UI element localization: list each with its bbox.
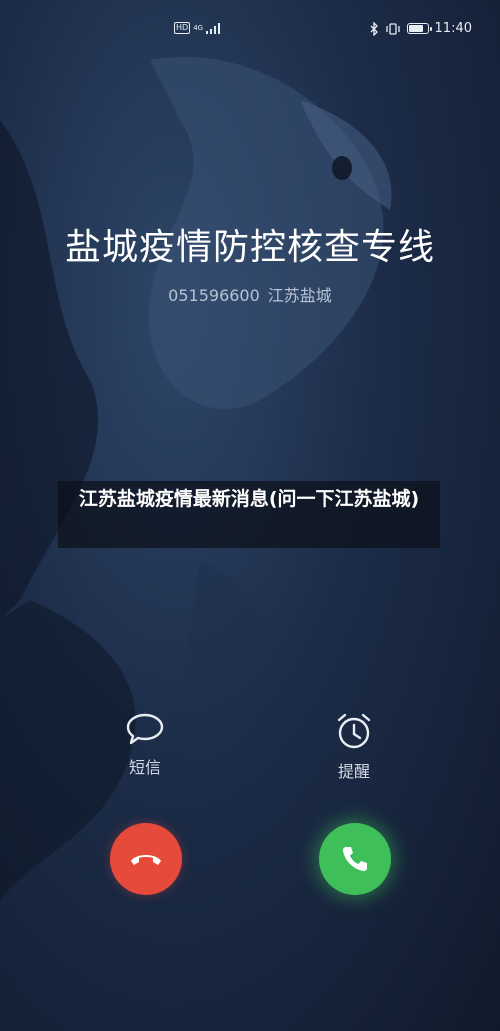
caller-name: 盐城疫情防控核查专线 xyxy=(64,227,435,268)
status-bar: HD 4G 11:40 xyxy=(0,18,500,42)
overlay-caption: 江苏盐城疫情最新消息(问一下江苏盐城) xyxy=(58,481,440,548)
remind-action[interactable]: 提醒 xyxy=(314,712,394,782)
clock: 11:40 xyxy=(434,21,472,36)
caller-number: 051596600 xyxy=(168,286,260,305)
hd-badge: HD xyxy=(174,22,191,34)
signal-icon xyxy=(206,22,221,34)
vibrate-icon xyxy=(385,22,400,35)
bluetooth-icon xyxy=(370,21,378,36)
phone-icon xyxy=(342,847,367,872)
decline-button[interactable] xyxy=(110,823,182,895)
message-bubble-icon xyxy=(126,713,164,745)
alarm-clock-icon xyxy=(337,713,371,749)
network-type: 4G xyxy=(193,24,204,32)
message-action[interactable]: 短信 xyxy=(105,712,185,778)
caller-info: 051596600 江苏盐城 xyxy=(0,282,500,306)
remind-label: 提醒 xyxy=(337,762,370,781)
answer-button[interactable] xyxy=(319,823,391,895)
caller-location: 江苏盐城 xyxy=(267,286,332,305)
battery-icon xyxy=(406,23,432,34)
status-right: 11:40 xyxy=(370,21,472,36)
message-label: 短信 xyxy=(128,758,161,777)
hang-up-icon xyxy=(131,855,161,865)
signal-group: HD 4G xyxy=(174,22,221,34)
